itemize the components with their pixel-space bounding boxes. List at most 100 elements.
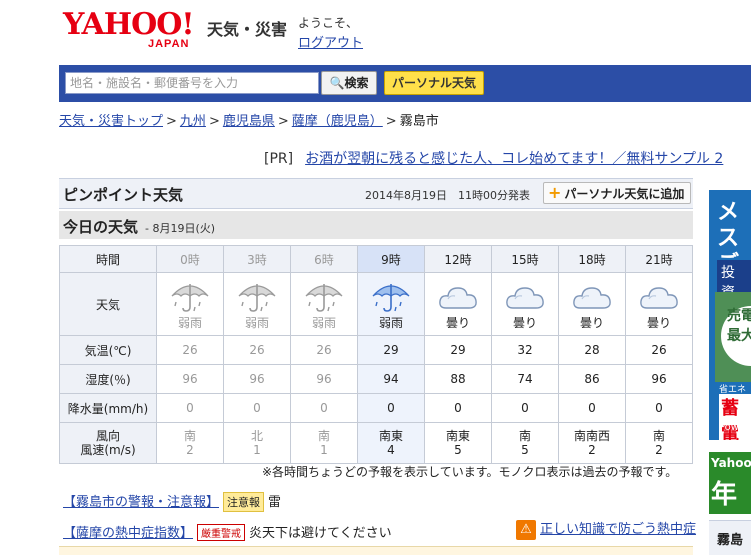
add-personal-weather-button[interactable]: + パーソナル天気に追加 bbox=[543, 182, 691, 204]
rain-label: 降水量(mm/h) bbox=[59, 393, 157, 423]
welcome-text: ようこそ、 bbox=[298, 16, 359, 30]
wind-cell: 南東 5 bbox=[424, 422, 492, 464]
temp-cell: 26 bbox=[156, 335, 224, 365]
wind-cell: 南1 bbox=[290, 422, 358, 464]
weather-cell: 弱雨 bbox=[156, 272, 224, 336]
temp-row: 気温(℃) 26 26 26 29 29 32 28 26 bbox=[59, 335, 693, 365]
heat-badge: 厳重警戒 bbox=[197, 524, 246, 541]
breadcrumb-item[interactable]: 天気・災害トップ bbox=[59, 114, 163, 129]
heat-index-link[interactable]: 【薩摩の熱中症指数】 bbox=[63, 526, 193, 541]
wind-direction: 南 bbox=[518, 429, 531, 443]
cloud-icon bbox=[425, 280, 491, 314]
wind-speed: 5 bbox=[521, 443, 529, 457]
rain-cell: 0 bbox=[357, 393, 425, 423]
side-ad2-top: Yahoo! bbox=[711, 456, 751, 470]
breadcrumb-item[interactable]: 九州 bbox=[180, 114, 206, 129]
breadcrumb-separator-icon: > bbox=[208, 114, 220, 129]
wind-speed-label: 風速(m/s) bbox=[80, 443, 136, 457]
wind-cell: 北1 bbox=[223, 422, 291, 464]
today-title: 今日の天気 bbox=[63, 218, 139, 236]
issued-time: 2014年8月19日 11時00分発表 bbox=[365, 189, 530, 202]
time-cell: 3時 bbox=[223, 245, 291, 273]
humidity-cell: 74 bbox=[491, 364, 559, 394]
yahoo-logo[interactable]: YAHOO! bbox=[63, 10, 195, 40]
warning-badge: 注意報 bbox=[223, 492, 265, 512]
pr-ad: [PR] お酒が翌朝に残ると感じた人、コレ始めてます！／無料サンプル 2 bbox=[264, 148, 723, 168]
time-cell: 6時 bbox=[290, 245, 358, 273]
service-title[interactable]: 天気・災害 bbox=[207, 16, 287, 40]
rain-cell: 0 bbox=[223, 393, 291, 423]
side-city-label: 霧島 bbox=[717, 533, 744, 548]
wind-speed: 5 bbox=[454, 443, 462, 457]
weather-table: 時間 0時 3時 6時 9時 12時 15時 18時 21時 天気 弱雨 弱雨 弱雨 弱雨 曇り 曇り 曇… bbox=[59, 245, 693, 464]
weather-label: 天気 bbox=[59, 272, 157, 336]
logout-link[interactable]: ログアウト bbox=[298, 32, 363, 51]
umbrella-icon bbox=[157, 280, 223, 314]
weather-cell: 弱雨 bbox=[357, 272, 425, 336]
humidity-cell: 86 bbox=[558, 364, 626, 394]
wind-direction: 北 bbox=[250, 429, 263, 443]
humidity-cell: 88 bbox=[424, 364, 492, 394]
pinpoint-header: ピンポイント天気 2014年8月19日 11時00分発表 + パーソナル天気に追加 bbox=[59, 178, 693, 209]
humidity-cell: 96 bbox=[625, 364, 693, 394]
search-input[interactable]: 地名・施設名・郵便番号を入力 bbox=[65, 72, 319, 94]
humidity-cell: 96 bbox=[290, 364, 358, 394]
side-ad2-big: 年 bbox=[711, 480, 738, 510]
wind-cell: 南南西 2 bbox=[558, 422, 626, 464]
breadcrumb-item[interactable]: 鹿児島県 bbox=[223, 114, 275, 129]
wind-speed: 2 bbox=[186, 443, 194, 457]
search-button-label: 検索 bbox=[344, 76, 369, 90]
weather-name: 弱雨 bbox=[378, 315, 403, 330]
weather-cell: 曇り bbox=[424, 272, 492, 336]
weather-name: 弱雨 bbox=[244, 315, 269, 330]
cloud-icon bbox=[559, 280, 625, 314]
wind-speed: 2 bbox=[655, 443, 663, 457]
wind-speed: 1 bbox=[253, 443, 261, 457]
today-header: 今日の天気 - 8月19日(火) bbox=[59, 211, 693, 239]
heat-info-link[interactable]: ⚠ 正しい知識で防ごう熱中症 bbox=[516, 518, 696, 540]
temp-cell: 26 bbox=[290, 335, 358, 365]
wind-speed: 2 bbox=[588, 443, 596, 457]
side-ad-banner[interactable]: メスご紹 投資 売電 最大 省エネ 蓄電 Power bbox=[709, 190, 751, 440]
weather-name: 弱雨 bbox=[177, 315, 202, 330]
pr-tag: [PR] bbox=[264, 151, 294, 167]
temp-cell: 29 bbox=[357, 335, 425, 365]
cloud-icon bbox=[492, 280, 558, 314]
wind-cell: 南5 bbox=[491, 422, 559, 464]
warning-line: 【霧島市の警報・注意報】 注意報雷 bbox=[63, 491, 281, 512]
rain-cell: 0 bbox=[491, 393, 559, 423]
wind-direction: 南 bbox=[652, 429, 665, 443]
weather-name: 曇り bbox=[512, 315, 537, 330]
forecast-note: ※各時間ちょうどの予報を表示しています。モノクロ表示は過去の予報です。 bbox=[262, 465, 678, 479]
weather-name: 弱雨 bbox=[311, 315, 336, 330]
add-personal-weather-label: パーソナル天気に追加 bbox=[564, 187, 685, 201]
heat-info-label: 正しい知識で防ごう熱中症 bbox=[540, 522, 697, 537]
time-cell: 15時 bbox=[491, 245, 559, 273]
wind-cell: 南2 bbox=[156, 422, 224, 464]
heat-line: 【薩摩の熱中症指数】 厳重警戒 炎天下は避けてください bbox=[63, 522, 392, 541]
pr-ad-link[interactable]: お酒が翌朝に残ると感じた人、コレ始めてます！／無料サンプル 2 bbox=[305, 151, 723, 167]
humidity-cell: 96 bbox=[223, 364, 291, 394]
time-cell: 18時 bbox=[558, 245, 626, 273]
wind-direction: 南南西 bbox=[573, 429, 610, 443]
breadcrumb-current: 霧島市 bbox=[399, 114, 439, 129]
temp-cell: 26 bbox=[223, 335, 291, 365]
pinpoint-title: ピンポイント天気 bbox=[63, 186, 184, 204]
side-ad-banner-2[interactable]: Yahoo! 年 bbox=[709, 452, 751, 514]
umbrella-icon bbox=[224, 280, 290, 314]
warning-link[interactable]: 【霧島市の警報・注意報】 bbox=[63, 495, 219, 510]
humidity-label: 湿度(％) bbox=[59, 364, 157, 394]
search-button[interactable]: 🔍検索 bbox=[321, 71, 377, 95]
time-cell: 9時 bbox=[357, 245, 425, 273]
wind-direction: 南 bbox=[317, 429, 330, 443]
plus-icon: + bbox=[548, 183, 562, 202]
wind-speed: 4 bbox=[387, 443, 395, 457]
rain-cell: 0 bbox=[424, 393, 492, 423]
umbrella-icon bbox=[291, 280, 357, 314]
personal-weather-button[interactable]: パーソナル天気 bbox=[384, 71, 484, 95]
wind-label: 風向 風速(m/s) bbox=[59, 422, 157, 464]
temp-cell: 28 bbox=[558, 335, 626, 365]
humidity-cell: 94 bbox=[357, 364, 425, 394]
yahoo-logo-japan: JAPAN bbox=[148, 38, 190, 50]
breadcrumb-item[interactable]: 薩摩（鹿児島） bbox=[292, 114, 383, 129]
